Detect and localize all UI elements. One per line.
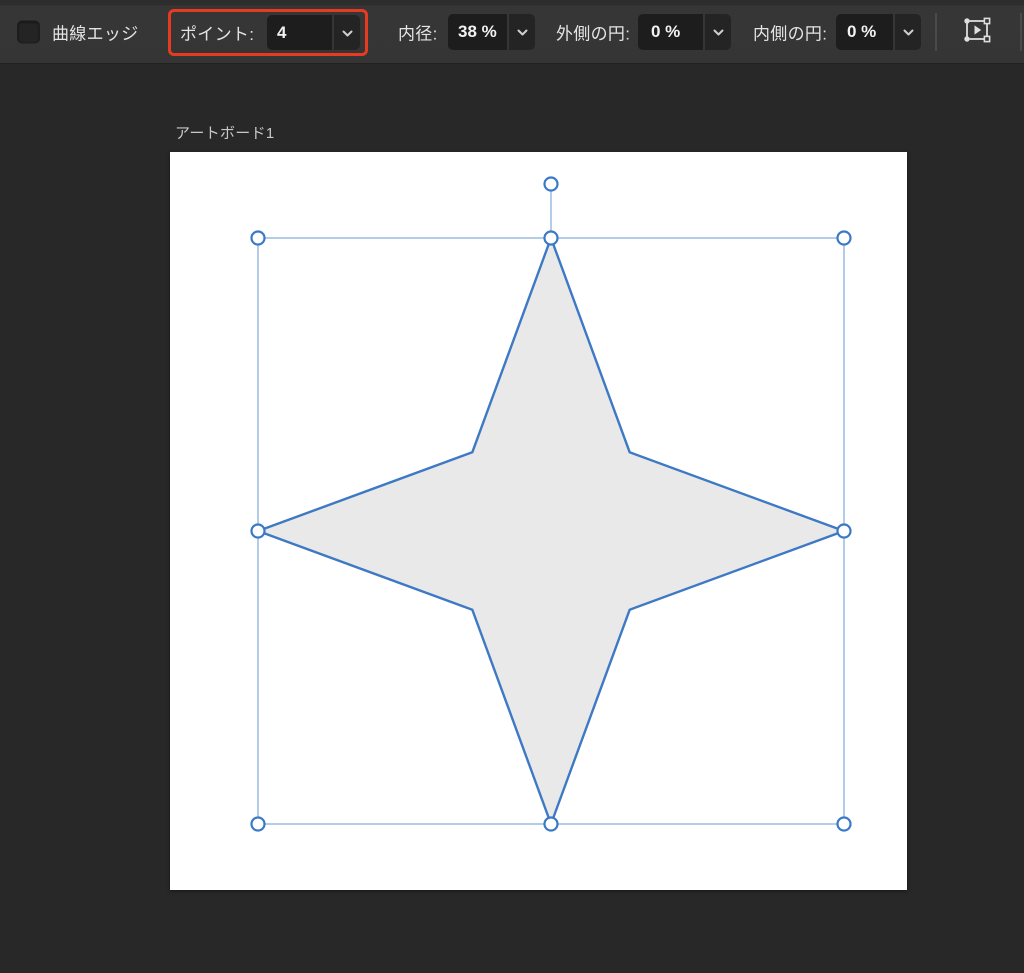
inner-circle-label: 内側の円: (753, 24, 828, 43)
rotation-handle[interactable] (543, 176, 559, 192)
inner-radius-combobox[interactable]: 38 % (448, 13, 535, 50)
selection-handle[interactable] (543, 816, 559, 832)
selection-handle[interactable] (836, 523, 852, 539)
insertion-target-button[interactable] (956, 11, 998, 53)
inner-circle-combobox[interactable]: 0 % (836, 13, 921, 50)
chevron-down-icon (903, 23, 914, 41)
points-label: ポイント: (180, 25, 255, 44)
chevron-down-icon (342, 24, 353, 42)
outer-circle-label: 外側の円: (556, 24, 631, 43)
outer-circle-dropdown-button[interactable] (705, 13, 731, 50)
chevron-down-icon (517, 23, 528, 41)
toolbar-divider (935, 13, 937, 51)
points-value[interactable]: 4 (267, 15, 332, 50)
inner-radius-label: 内径: (398, 24, 438, 43)
outer-circle-value[interactable]: 0 % (638, 13, 703, 50)
insertion-target-icon (960, 15, 994, 50)
star-shape[interactable] (256, 236, 846, 826)
selection-handle[interactable] (836, 230, 852, 246)
selection-handle[interactable] (250, 230, 266, 246)
artboard[interactable] (170, 152, 907, 890)
selection-handle[interactable] (250, 816, 266, 832)
inner-circle-value[interactable]: 0 % (836, 13, 893, 50)
curve-edge-label: 曲線エッジ (52, 24, 139, 43)
context-toolbar: 曲線エッジ ポイント: 4 内径: 38 % 外側の円: 0 % 内側の円: 0… (0, 0, 1024, 64)
inner-radius-value[interactable]: 38 % (448, 13, 507, 50)
curve-edge-checkbox[interactable] (17, 20, 40, 43)
app-window: 曲線エッジ ポイント: 4 内径: 38 % 外側の円: 0 % 内側の円: 0… (0, 0, 1024, 973)
chevron-down-icon (713, 23, 724, 41)
highlight-box: ポイント: 4 (168, 9, 368, 56)
points-dropdown-button[interactable] (334, 15, 360, 50)
toolbar-divider (1020, 13, 1022, 51)
inner-radius-dropdown-button[interactable] (509, 13, 535, 50)
selection-handle[interactable] (250, 523, 266, 539)
selection-handle[interactable] (836, 816, 852, 832)
selection-handle[interactable] (543, 230, 559, 246)
canvas-area[interactable]: アートボード1 (0, 65, 1024, 973)
selection-overlay (250, 176, 852, 832)
artboard-label[interactable]: アートボード1 (175, 122, 275, 143)
outer-circle-combobox[interactable]: 0 % (638, 13, 731, 50)
inner-circle-dropdown-button[interactable] (895, 13, 921, 50)
points-combobox[interactable]: 4 (267, 15, 360, 50)
